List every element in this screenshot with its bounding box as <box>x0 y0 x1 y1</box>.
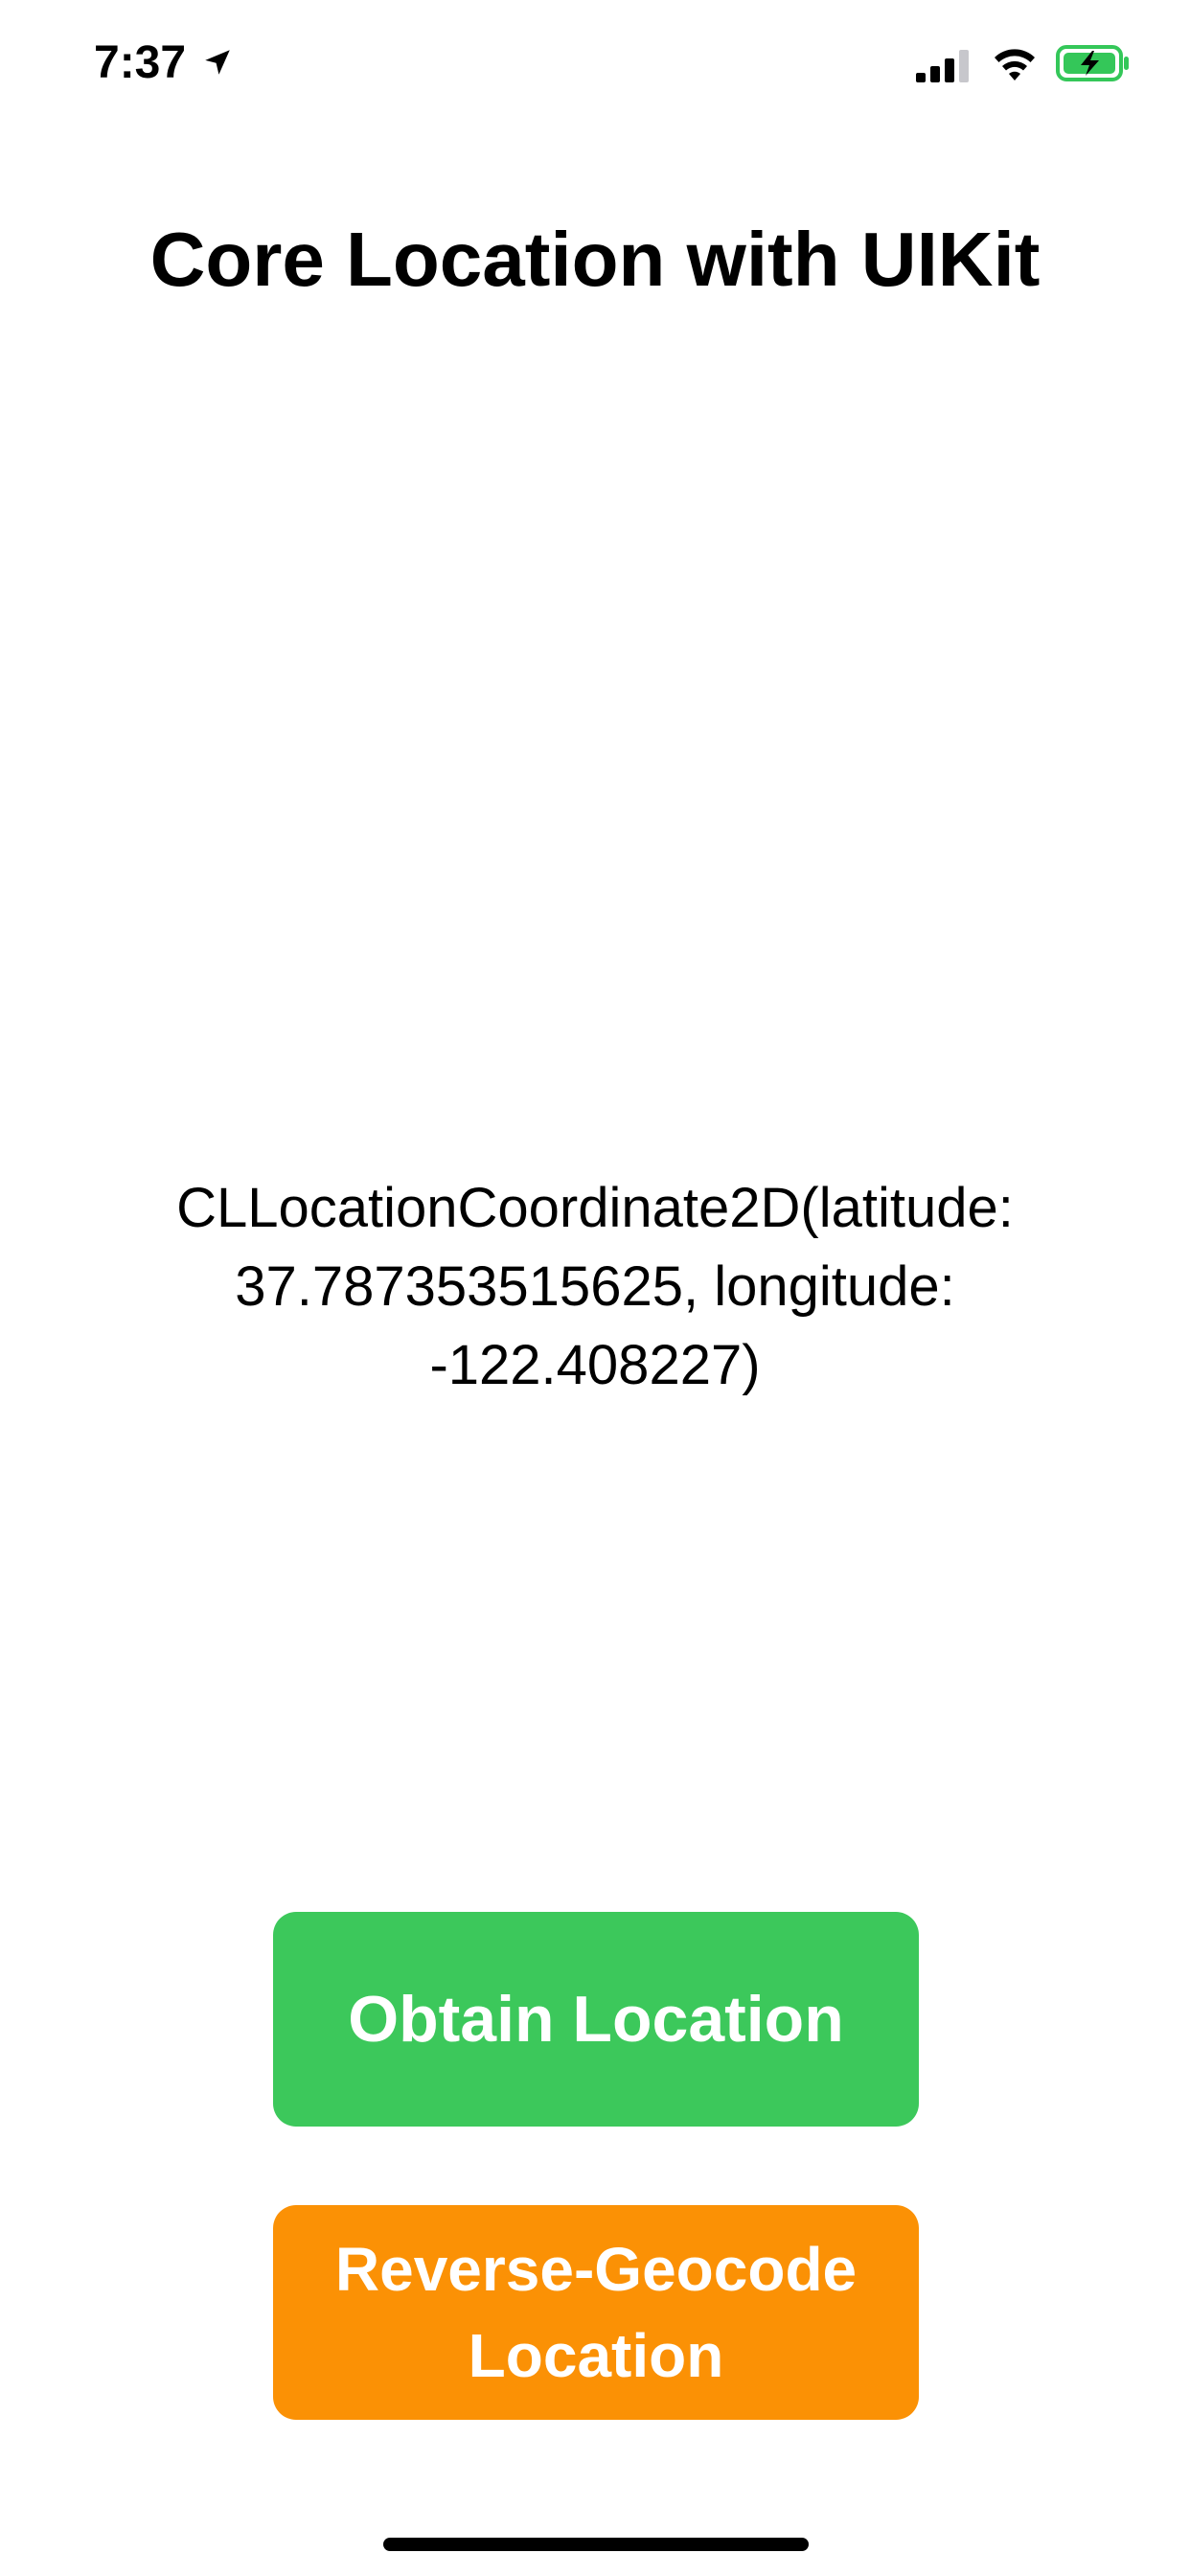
home-indicator[interactable] <box>383 2538 809 2551</box>
obtain-location-button[interactable]: Obtain Location <box>273 1912 919 2127</box>
wifi-icon <box>995 49 1035 80</box>
location-arrow-icon <box>205 50 230 75</box>
obtain-location-label: Obtain Location <box>348 1983 844 2056</box>
coordinate-label: CLLocationCoordinate2D(latitude: 37.7873… <box>176 1177 1014 1396</box>
page-title: Core Location with UIKit <box>149 217 1041 302</box>
status-bar: 7:37 <box>0 0 1190 126</box>
reverse-geocode-button[interactable]: Reverse-Geocode Location <box>273 2205 919 2420</box>
status-time: 7:37 <box>94 37 187 88</box>
reverse-geocode-label: Reverse-Geocode Location <box>334 2235 858 2390</box>
cellular-signal-icon <box>916 50 969 82</box>
battery-charging-icon <box>1056 45 1129 81</box>
